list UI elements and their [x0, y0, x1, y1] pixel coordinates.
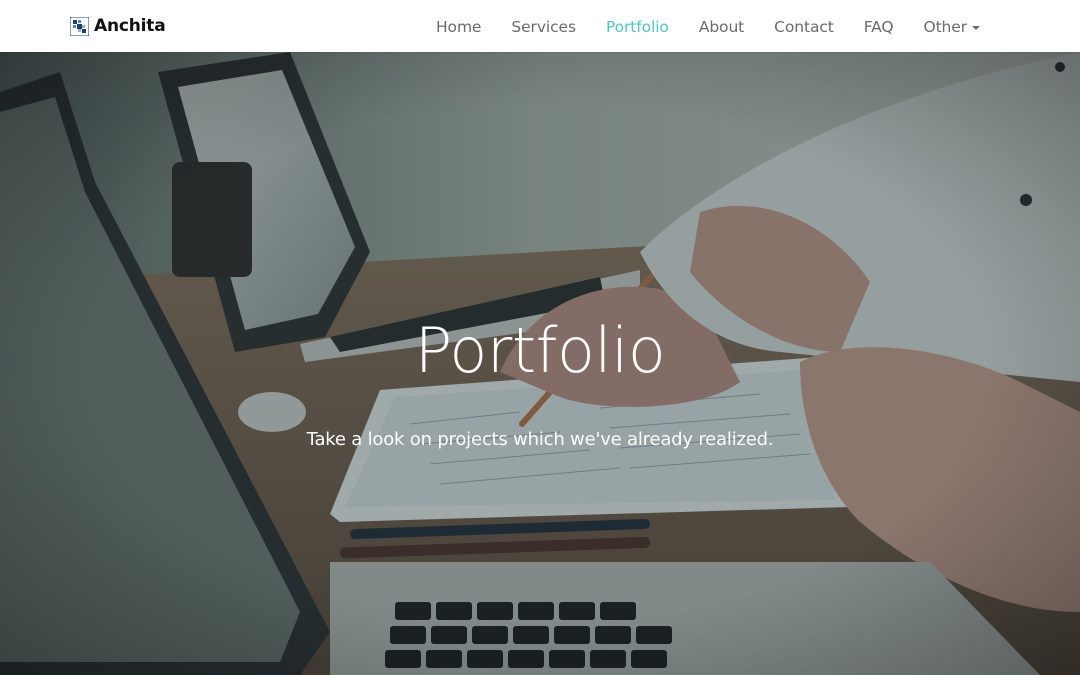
nav-link-portfolio[interactable]: Portfolio [606, 18, 669, 36]
top-navbar: Anchita Home Services Portfolio About Co… [0, 0, 1080, 52]
pixel-grid-logo-icon [70, 16, 89, 36]
page-subtitle: Take a look on projects which we've alre… [306, 429, 774, 450]
nav-link-contact[interactable]: Contact [774, 18, 834, 36]
nav-link-services[interactable]: Services [511, 18, 576, 36]
nav-link-home[interactable]: Home [436, 18, 481, 36]
hero-section: Portfolio Take a look on projects which … [0, 52, 1080, 675]
nav-item-other: Other [923, 17, 980, 36]
nav-link-faq[interactable]: FAQ [864, 18, 894, 36]
nav-menu: Home Services Portfolio About Contact FA… [406, 0, 980, 52]
nav-link-other-label: Other [923, 17, 967, 36]
brand-link[interactable]: Anchita [70, 14, 166, 38]
nav-item-services: Services [511, 17, 576, 36]
nav-dropdown-other[interactable]: Other [923, 18, 980, 36]
brand-name: Anchita [94, 16, 166, 36]
nav-link-about[interactable]: About [699, 18, 744, 36]
nav-item-portfolio: Portfolio [606, 17, 669, 36]
nav-item-contact: Contact [774, 17, 834, 36]
nav-item-about: About [699, 17, 744, 36]
nav-item-faq: FAQ [864, 17, 894, 36]
nav-item-home: Home [436, 17, 481, 36]
caret-down-icon [972, 25, 980, 30]
page-title: Portfolio [414, 314, 666, 387]
